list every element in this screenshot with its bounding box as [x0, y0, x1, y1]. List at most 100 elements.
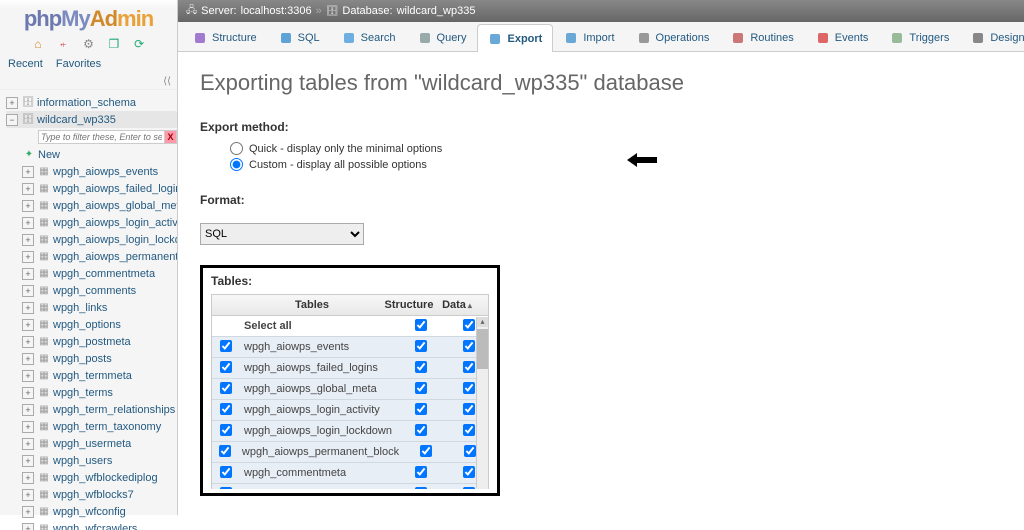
table-row[interactable]: +▦wpgh_aiowps_login_activity [22, 214, 177, 231]
collapse-icon[interactable]: ⟨⟨ [0, 76, 177, 90]
row-check[interactable] [220, 466, 232, 478]
tab-query[interactable]: Query [407, 23, 478, 51]
toggle-icon[interactable]: + [22, 234, 34, 246]
toggle-icon[interactable]: + [22, 404, 34, 416]
table-row[interactable]: +▦wpgh_aiowps_events [22, 163, 177, 180]
tab-events[interactable]: Events [805, 23, 880, 51]
toggle-icon[interactable]: + [22, 268, 34, 280]
row-check[interactable] [220, 382, 232, 394]
row-data[interactable] [463, 466, 475, 478]
table-row[interactable]: +▦wpgh_wfcrawlers [22, 520, 177, 530]
toggle-icon[interactable]: + [22, 506, 34, 518]
row-check[interactable] [220, 361, 232, 373]
format-select[interactable]: SQL [200, 223, 364, 245]
filter-input[interactable] [38, 130, 165, 144]
toggle-icon[interactable]: + [22, 472, 34, 484]
row-structure[interactable] [415, 487, 427, 490]
table-row[interactable]: +▦wpgh_aiowps_global_meta [22, 197, 177, 214]
row-check[interactable] [220, 424, 232, 436]
table-row[interactable]: +▦wpgh_terms [22, 384, 177, 401]
toggle-icon[interactable]: + [22, 166, 34, 178]
col-data[interactable]: Data▴ [438, 299, 476, 311]
row-structure[interactable] [420, 445, 432, 457]
select-all-row[interactable]: Select all [212, 316, 488, 337]
row-check[interactable] [220, 487, 232, 490]
toggle-icon[interactable]: + [6, 97, 18, 109]
toggle-icon[interactable]: + [22, 438, 34, 450]
table-row[interactable]: +▦wpgh_aiowps_failed_logins [22, 180, 177, 197]
db-row[interactable]: +🗄information_schema [6, 94, 177, 111]
toggle-icon[interactable]: + [22, 489, 34, 501]
toggle-icon[interactable]: + [22, 421, 34, 433]
toggle-icon[interactable]: + [22, 200, 34, 212]
tab-operations[interactable]: Operations [626, 23, 721, 51]
row-data[interactable] [463, 361, 475, 373]
toggle-icon[interactable]: − [6, 114, 18, 126]
tab-routines[interactable]: Routines [720, 23, 804, 51]
breadcrumb-server[interactable]: localhost:3306 [241, 5, 312, 17]
table-row[interactable]: +▦wpgh_wfblockediplog [22, 469, 177, 486]
toggle-icon[interactable]: + [22, 285, 34, 297]
docs-icon[interactable]: ❐ [106, 36, 122, 52]
table-row[interactable]: +▦wpgh_term_relationships [22, 401, 177, 418]
scrollbar[interactable]: ▴ [476, 317, 488, 488]
db-row[interactable]: −🗄wildcard_wp335 [6, 111, 177, 128]
toggle-icon[interactable]: + [22, 523, 34, 530]
tab-designer[interactable]: Designer [960, 23, 1024, 51]
col-structure[interactable]: Structure [380, 299, 438, 311]
table-row[interactable]: +▦wpgh_aiowps_permanent_block [22, 248, 177, 265]
table-row[interactable]: +▦wpgh_commentmeta [22, 265, 177, 282]
toggle-icon[interactable]: + [22, 370, 34, 382]
tab-search[interactable]: Search [331, 23, 407, 51]
table-row[interactable]: +▦wpgh_aiowps_login_lockdowns [22, 231, 177, 248]
row-structure[interactable] [415, 382, 427, 394]
tab-sql[interactable]: SQL [268, 23, 331, 51]
tab-triggers[interactable]: Triggers [879, 23, 960, 51]
col-tables[interactable]: Tables [240, 299, 380, 311]
row-data[interactable] [463, 424, 475, 436]
row-check[interactable] [220, 340, 232, 352]
recent-tab[interactable]: Recent [8, 58, 43, 70]
table-row[interactable]: +▦wpgh_termmeta [22, 367, 177, 384]
toggle-icon[interactable]: + [22, 336, 34, 348]
table-row[interactable]: +▦wpgh_options [22, 316, 177, 333]
breadcrumb-db[interactable]: wildcard_wp335 [397, 5, 476, 17]
tab-import[interactable]: Import [553, 23, 625, 51]
select-all-data[interactable] [463, 319, 475, 331]
table-row[interactable]: +▦wpgh_wfblocks7 [22, 486, 177, 503]
toggle-icon[interactable]: + [22, 353, 34, 365]
row-data[interactable] [463, 487, 475, 490]
radio-quick[interactable] [230, 142, 243, 155]
row-data[interactable] [464, 445, 476, 457]
toggle-icon[interactable]: + [22, 387, 34, 399]
tab-export[interactable]: Export [477, 24, 553, 52]
logo[interactable]: phpMyAdmin [0, 0, 177, 34]
new-table[interactable]: ✦New [22, 146, 177, 163]
row-check[interactable] [219, 445, 231, 457]
row-structure[interactable] [415, 466, 427, 478]
home-icon[interactable]: ⌂ [30, 36, 46, 52]
export-method-custom[interactable]: Custom - display all possible options [230, 158, 1002, 171]
toggle-icon[interactable]: + [22, 455, 34, 467]
export-method-quick[interactable]: Quick - display only the minimal options [230, 142, 1002, 155]
toggle-icon[interactable]: + [22, 183, 34, 195]
table-row[interactable]: +▦wpgh_usermeta [22, 435, 177, 452]
table-row[interactable]: +▦wpgh_postmeta [22, 333, 177, 350]
row-structure[interactable] [415, 403, 427, 415]
row-structure[interactable] [415, 340, 427, 352]
row-data[interactable] [463, 403, 475, 415]
row-check[interactable] [220, 403, 232, 415]
table-row[interactable]: +▦wpgh_comments [22, 282, 177, 299]
reload-icon[interactable]: ⟳ [131, 36, 147, 52]
logout-icon[interactable]: ⍅ [55, 36, 71, 52]
table-row[interactable]: +▦wpgh_wfconfig [22, 503, 177, 520]
row-data[interactable] [463, 340, 475, 352]
toggle-icon[interactable]: + [22, 302, 34, 314]
table-row[interactable]: +▦wpgh_users [22, 452, 177, 469]
table-row[interactable]: +▦wpgh_posts [22, 350, 177, 367]
row-data[interactable] [463, 382, 475, 394]
select-all-structure[interactable] [415, 319, 427, 331]
table-row[interactable]: +▦wpgh_links [22, 299, 177, 316]
toggle-icon[interactable]: + [22, 319, 34, 331]
scroll-up-icon[interactable]: ▴ [477, 317, 488, 327]
